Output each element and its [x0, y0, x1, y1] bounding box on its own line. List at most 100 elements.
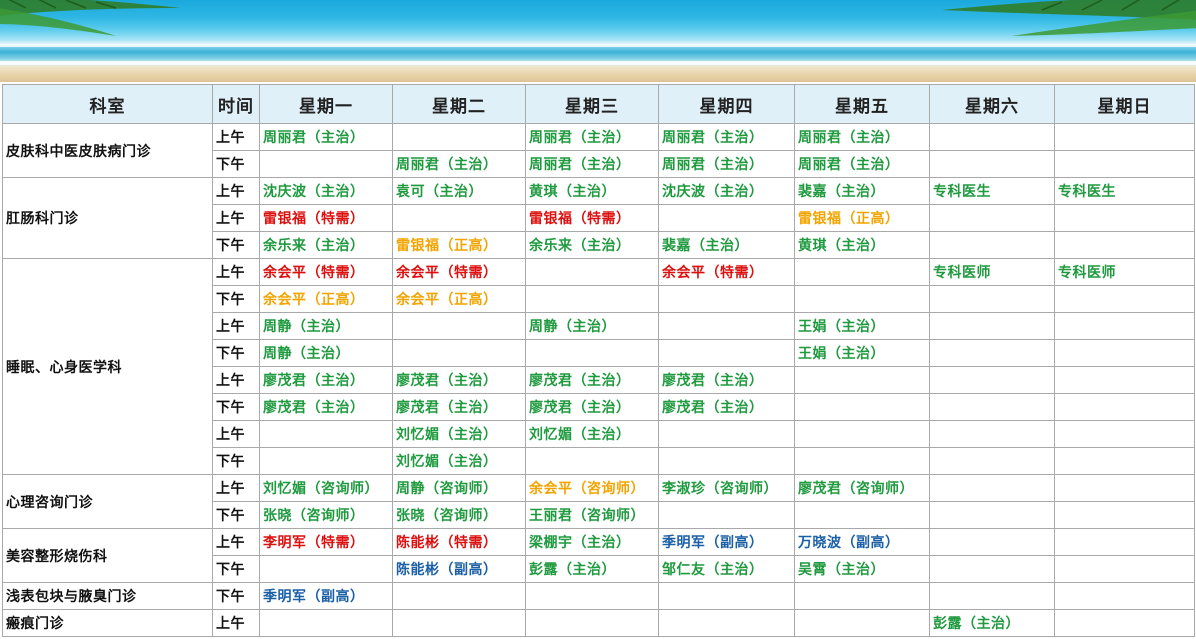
doctor-cell: 余乐来（主治）: [525, 231, 659, 259]
doctor-cell: [1054, 501, 1195, 529]
doctor-cell: [658, 204, 795, 232]
doctor-cell: 余乐来（主治）: [259, 231, 393, 259]
doctor-cell: [1054, 474, 1195, 502]
doctor-cell: [929, 528, 1055, 556]
doctor-cell: [1054, 204, 1195, 232]
doctor-cell: [658, 447, 795, 475]
doctor-cell: 雷银福（特需）: [259, 204, 393, 232]
session-time-cell: 上午: [212, 420, 260, 448]
doctor-cell: [658, 582, 795, 610]
session-time-cell: 上午: [212, 366, 260, 394]
doctor-cell: 专科医师: [929, 258, 1055, 286]
session-time-cell: 上午: [212, 204, 260, 232]
doctor-cell: [929, 339, 1055, 367]
doctor-cell: [658, 285, 795, 313]
header-time: 时间: [212, 84, 260, 124]
doctor-cell: 沈庆波（主治）: [658, 177, 795, 205]
doctor-cell: [1054, 528, 1195, 556]
doctor-cell: 吴霄（主治）: [794, 555, 930, 583]
doctor-cell: 裴嘉（主治）: [794, 177, 930, 205]
clinic-schedule-table: 科室 时间 星期一 星期二 星期三 星期四 星期五 星期六 星期日 皮肤科中医皮…: [2, 84, 1195, 637]
doctor-cell: [658, 420, 795, 448]
doctor-cell: [1054, 447, 1195, 475]
doctor-cell: 余会平（正高）: [259, 285, 393, 313]
doctor-cell: [929, 474, 1055, 502]
doctor-cell: [525, 339, 659, 367]
doctor-cell: 周丽君（主治）: [259, 123, 393, 151]
session-time-cell: 下午: [212, 150, 260, 178]
doctor-cell: 王丽君（咨询师）: [525, 501, 659, 529]
department-cell: 美容整形烧伤科: [2, 528, 213, 583]
doctor-cell: [1054, 285, 1195, 313]
doctor-cell: 张晓（咨询师）: [392, 501, 526, 529]
doctor-cell: [929, 501, 1055, 529]
doctor-cell: 周丽君（主治）: [658, 150, 795, 178]
doctor-cell: 张晓（咨询师）: [259, 501, 393, 529]
doctor-cell: [929, 231, 1055, 259]
doctor-cell: [1054, 582, 1195, 610]
department-cell: 睡眠、心身医学科: [2, 258, 213, 475]
doctor-cell: 陈能彬（特需）: [392, 528, 526, 556]
doctor-cell: 邹仁友（主治）: [658, 555, 795, 583]
doctor-cell: 季明军（副高）: [658, 528, 795, 556]
header-day-thu: 星期四: [658, 84, 795, 124]
session-time-cell: 上午: [212, 312, 260, 340]
schedule-body: 皮肤科中医皮肤病门诊 上午 周丽君（主治） 周丽君（主治） 周丽君（主治） 周丽君（主治）…: [2, 123, 1195, 637]
header-dept: 科室: [2, 84, 213, 124]
doctor-cell: 余会平（特需）: [392, 258, 526, 286]
doctor-cell: 彭露（主治）: [929, 609, 1055, 637]
department-cell: 肛肠科门诊: [2, 177, 213, 259]
doctor-cell: [392, 339, 526, 367]
doctor-cell: [794, 258, 930, 286]
doctor-cell: 周丽君（主治）: [794, 150, 930, 178]
doctor-cell: [525, 582, 659, 610]
doctor-cell: 刘忆媚（主治）: [392, 447, 526, 475]
doctor-cell: 廖茂君（主治）: [658, 366, 795, 394]
doctor-cell: 万晓波（副高）: [794, 528, 930, 556]
doctor-cell: 周丽君（主治）: [392, 150, 526, 178]
doctor-cell: [392, 582, 526, 610]
doctor-cell: 周静（主治）: [525, 312, 659, 340]
doctor-cell: 余会平（正高）: [392, 285, 526, 313]
header-day-sun: 星期日: [1054, 84, 1195, 124]
palm-leaves-left-icon: [0, 0, 181, 36]
doctor-cell: [525, 609, 659, 637]
doctor-cell: [794, 285, 930, 313]
doctor-cell: 廖茂君（主治）: [525, 366, 659, 394]
session-time-cell: 上午: [212, 609, 260, 637]
doctor-cell: 雷银福（特需）: [525, 204, 659, 232]
table-row: 肛肠科门诊 上午 沈庆波（主治） 袁可（主治） 黄琪（主治） 沈庆波（主治） 裴嘉（主治）专…: [2, 177, 1195, 259]
table-row: 浅表包块与腋臭门诊 下午 季明军（副高）: [2, 582, 1195, 610]
beach-banner: [0, 0, 1196, 82]
header-day-mon: 星期一: [259, 84, 393, 124]
doctor-cell: 王娟（主治）: [794, 339, 930, 367]
session-time-cell: 下午: [212, 555, 260, 583]
doctor-cell: [1054, 420, 1195, 448]
header-day-fri: 星期五: [794, 84, 930, 124]
doctor-cell: 专科医师: [1054, 258, 1195, 286]
department-cell: 皮肤科中医皮肤病门诊: [2, 123, 213, 178]
doctor-cell: [929, 312, 1055, 340]
session-time-cell: 上午: [212, 474, 260, 502]
doctor-cell: 廖茂君（主治）: [658, 393, 795, 421]
header-row: 科室 时间 星期一 星期二 星期三 星期四 星期五 星期六 星期日: [2, 84, 1195, 124]
doctor-cell: 余会平（特需）: [259, 258, 393, 286]
header-day-wed: 星期三: [525, 84, 659, 124]
doctor-cell: [1054, 231, 1195, 259]
table-row: 美容整形烧伤科 上午 李明军（特需） 陈能彬（特需） 梁棚宇（主治） 季明军（副高） 万晓波…: [2, 528, 1195, 583]
doctor-cell: 刘忆媚（主治）: [392, 420, 526, 448]
doctor-cell: [1054, 150, 1195, 178]
doctor-cell: [929, 555, 1055, 583]
doctor-cell: [929, 366, 1055, 394]
doctor-cell: 刘忆媚（咨询师）: [259, 474, 393, 502]
doctor-cell: 黄琪（主治）: [794, 231, 930, 259]
banner-surf: [0, 61, 1196, 65]
doctor-cell: [929, 420, 1055, 448]
doctor-cell: 王娟（主治）: [794, 312, 930, 340]
doctor-cell: 周丽君（主治）: [658, 123, 795, 151]
doctor-cell: [794, 393, 930, 421]
doctor-cell: 廖茂君（主治）: [392, 393, 526, 421]
session-time-cell: 下午: [212, 339, 260, 367]
doctor-cell: [658, 312, 795, 340]
doctor-cell: 周丽君（主治）: [525, 123, 659, 151]
